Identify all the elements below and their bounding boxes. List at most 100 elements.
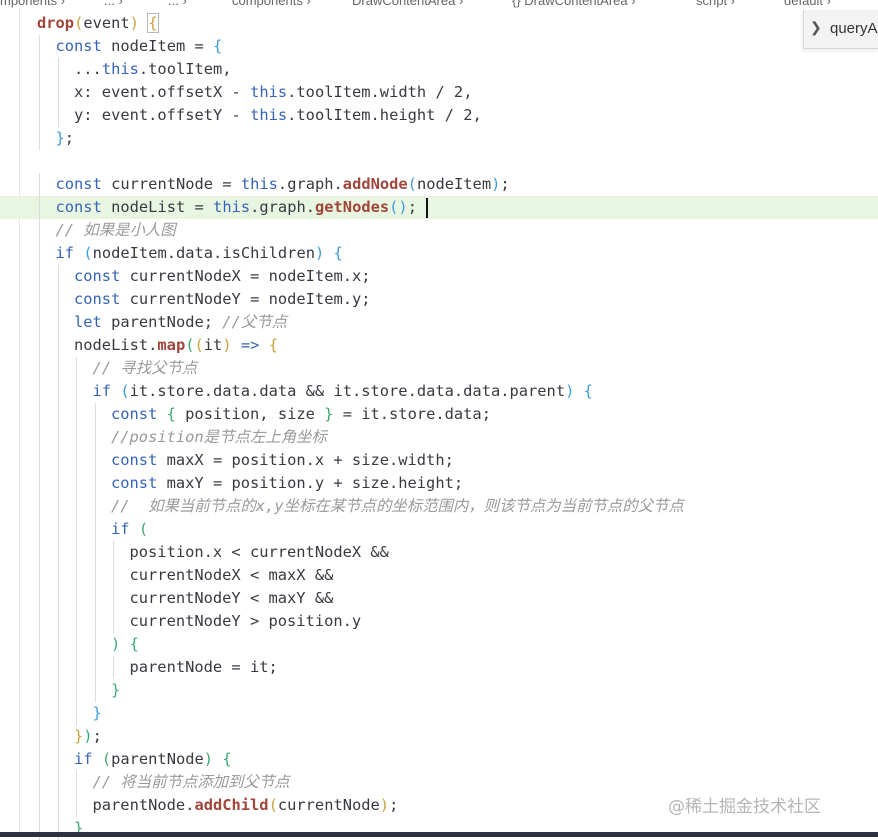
code-text: drop(event) {	[37, 12, 159, 35]
code-line[interactable]: const currentNodeY = nodeItem.y;	[0, 288, 878, 311]
code-line[interactable]: currentNodeY > position.y	[0, 610, 878, 633]
code-line[interactable]: const { position, size } = it.store.data…	[0, 403, 878, 426]
indent-guide	[76, 403, 77, 426]
code-line[interactable]: // 如果是小人图	[0, 219, 878, 242]
code-line[interactable]: const maxX = position.x + size.width;	[0, 449, 878, 472]
code-token: drop	[37, 14, 75, 32]
code-token: ;	[389, 796, 399, 814]
indent-guide	[57, 587, 59, 610]
indent-guide	[39, 794, 40, 817]
code-line[interactable]: // 将当前节点添加到父节点	[0, 771, 878, 794]
code-token: .toolItem.height / 2,	[287, 106, 482, 124]
code-line[interactable]: };	[0, 127, 878, 150]
code-token: if	[74, 750, 102, 768]
code-line[interactable]: y: event.offsetY - this.toolItem.height …	[0, 104, 878, 127]
code-line[interactable]: drop(event) {	[0, 12, 878, 35]
code-token: {	[129, 635, 139, 653]
text-cursor	[426, 198, 428, 218]
code-token: this	[101, 60, 139, 78]
code-line[interactable]: ...this.toolItem,	[0, 58, 878, 81]
code-line[interactable]: parentNode = it;	[0, 656, 878, 679]
code-line[interactable]: if (it.store.data.data && it.store.data.…	[0, 380, 878, 403]
breadcrumb: mponents › ... › ... › components › DrawCont…	[0, 0, 878, 8]
code-token: (	[74, 14, 84, 32]
code-token: {	[213, 37, 223, 55]
code-token: {	[583, 382, 593, 400]
indent-guide	[57, 725, 59, 748]
code-line[interactable]	[0, 150, 878, 173]
code-text: const { position, size } = it.store.data…	[111, 403, 491, 426]
breadcrumb-item[interactable]: mponents ›	[0, 0, 65, 7]
indent-guide	[76, 564, 77, 587]
indent-guide	[57, 748, 59, 771]
code-text: const maxX = position.x + size.width;	[111, 449, 454, 472]
code-text: currentNodeY > position.y	[130, 610, 362, 633]
code-token: y: event.offsetY -	[74, 106, 251, 124]
code-text: if (parentNode) {	[74, 748, 232, 771]
code-line[interactable]: }	[0, 679, 878, 702]
code-line[interactable]: if (	[0, 518, 878, 541]
indent-guide	[39, 518, 40, 541]
code-text: // 如果当前节点的x,y坐标在某节点的坐标范围内，则该节点为当前节点的父节点	[111, 495, 684, 518]
code-line[interactable]: if (parentNode) {	[0, 748, 878, 771]
code-token: event	[83, 14, 130, 32]
code-line[interactable]: let parentNode; //父节点	[0, 311, 878, 334]
code-token: const	[55, 175, 112, 193]
code-line[interactable]: // 如果当前节点的x,y坐标在某节点的坐标范围内，则该节点为当前节点的父节点	[0, 495, 878, 518]
code-line[interactable]: currentNodeY < maxY &&	[0, 587, 878, 610]
code-line[interactable]: const nodeList = this.graph.getNodes();	[0, 196, 878, 219]
indent-guide	[76, 794, 77, 817]
breadcrumb-item[interactable]: {} DrawContentArea ›	[512, 0, 636, 7]
code-line[interactable]: ) {	[0, 633, 878, 656]
indent-guide	[113, 541, 114, 564]
code-text: // 如果是小人图	[56, 219, 176, 242]
indent-guide	[39, 219, 40, 242]
breadcrumb-item[interactable]: ... ›	[104, 0, 123, 7]
code-line[interactable]: const currentNodeX = nodeItem.x;	[0, 265, 878, 288]
code-line[interactable]: position.x < currentNodeX &&	[0, 541, 878, 564]
code-token: getNodes	[315, 198, 390, 216]
code-token: =>	[231, 336, 269, 354]
breadcrumb-item[interactable]: DrawContentArea ›	[352, 0, 463, 7]
breadcrumb-item[interactable]: components ›	[232, 0, 311, 7]
chevron-right-icon[interactable]: ❯	[810, 19, 822, 36]
indent-guide	[94, 656, 96, 679]
code-line[interactable]: if (nodeItem.data.isChildren) {	[0, 242, 878, 265]
code-line[interactable]: //position是节点左上角坐标	[0, 426, 878, 449]
indent-guide	[76, 472, 77, 495]
indent-guide	[94, 426, 96, 449]
find-input[interactable]: queryA	[830, 20, 878, 37]
watermark: @稀土掘金技术社区	[668, 797, 821, 817]
code-line[interactable]: const nodeItem = {	[0, 35, 878, 58]
code-token: )	[379, 796, 390, 814]
code-line[interactable]: nodeList.map((it) => {	[0, 334, 878, 357]
code-token: (	[83, 244, 93, 262]
code-line[interactable]: currentNodeX < maxX &&	[0, 564, 878, 587]
code-token: this	[250, 83, 288, 101]
code-token: it.store.data.data && it.store.data.data…	[129, 382, 566, 400]
code-line[interactable]: x: event.offsetX - this.toolItem.width /…	[0, 81, 878, 104]
code-line[interactable]: const currentNode = this.graph.addNode(n…	[0, 173, 878, 196]
code-token: (	[185, 336, 195, 354]
code-text: };	[56, 127, 75, 150]
code-token: this	[250, 106, 288, 124]
breadcrumb-item[interactable]: ... ›	[168, 0, 187, 7]
code-token: nodeItem	[416, 175, 492, 193]
code-text: parentNode.addChild(currentNode);	[93, 794, 399, 817]
breadcrumb-item[interactable]: script ›	[696, 0, 735, 7]
indent-guide	[57, 794, 59, 817]
breadcrumb-item[interactable]: default ›	[784, 0, 831, 7]
indent-guide	[39, 495, 40, 518]
code-line[interactable]: const maxY = position.y + size.height;	[0, 472, 878, 495]
code-token: {	[333, 244, 343, 262]
indent-guide	[39, 357, 40, 380]
code-line[interactable]: }	[0, 702, 878, 725]
code-token: }	[55, 129, 65, 147]
code-token: // 寻找父节点	[92, 359, 198, 377]
code-token: // 如果是小人图	[55, 221, 176, 239]
code-line[interactable]: // 寻找父节点	[0, 357, 878, 380]
code-token: if	[55, 244, 84, 262]
code-line[interactable]: });	[0, 725, 878, 748]
